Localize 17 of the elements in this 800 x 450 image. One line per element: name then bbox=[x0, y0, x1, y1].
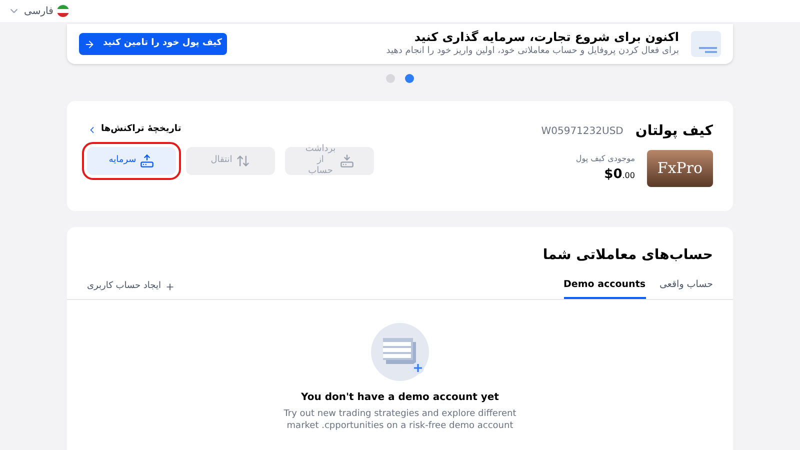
accounts-title: حساب‌های معاملاتی شما bbox=[542, 246, 714, 265]
create-account-link[interactable]: ایجاد حساب کاربری bbox=[87, 280, 175, 300]
banner-subtitle: برای فعال کردن پروفایل و حساب معاملاتی خود، اولین واریز خود را انجام دهید bbox=[386, 44, 679, 58]
language-label[interactable]: فارسی bbox=[24, 4, 54, 18]
account-tab[interactable]: حساب واقعی bbox=[660, 278, 713, 300]
empty-state-title: You don't have a demo account yet bbox=[301, 391, 499, 406]
wallet-title: کیف پولتان bbox=[635, 122, 713, 141]
fund-wallet-button[interactable]: کیف پول خود را تامین کنید bbox=[79, 33, 227, 55]
fxpro-logo: FxPro bbox=[647, 150, 713, 187]
account-id: W05971232USD bbox=[541, 125, 624, 139]
deposit-button[interactable]: سرمایه bbox=[87, 146, 176, 174]
empty-state-text: Try out new trading strategies and explore different market .cpportunities on a risk-free demo account bbox=[282, 409, 518, 432]
balance-amount: $0.00 bbox=[604, 166, 635, 184]
account-tab[interactable]: Demo accounts bbox=[564, 278, 646, 300]
banner-title: اکنون برای شروع تجارت، سرمایه گذاری کنید bbox=[413, 30, 679, 45]
balance-label: موجودی کیف پول bbox=[576, 152, 635, 165]
transaction-history-link[interactable]: تاریخچهٔ تراکنش‌ها bbox=[87, 123, 182, 136]
